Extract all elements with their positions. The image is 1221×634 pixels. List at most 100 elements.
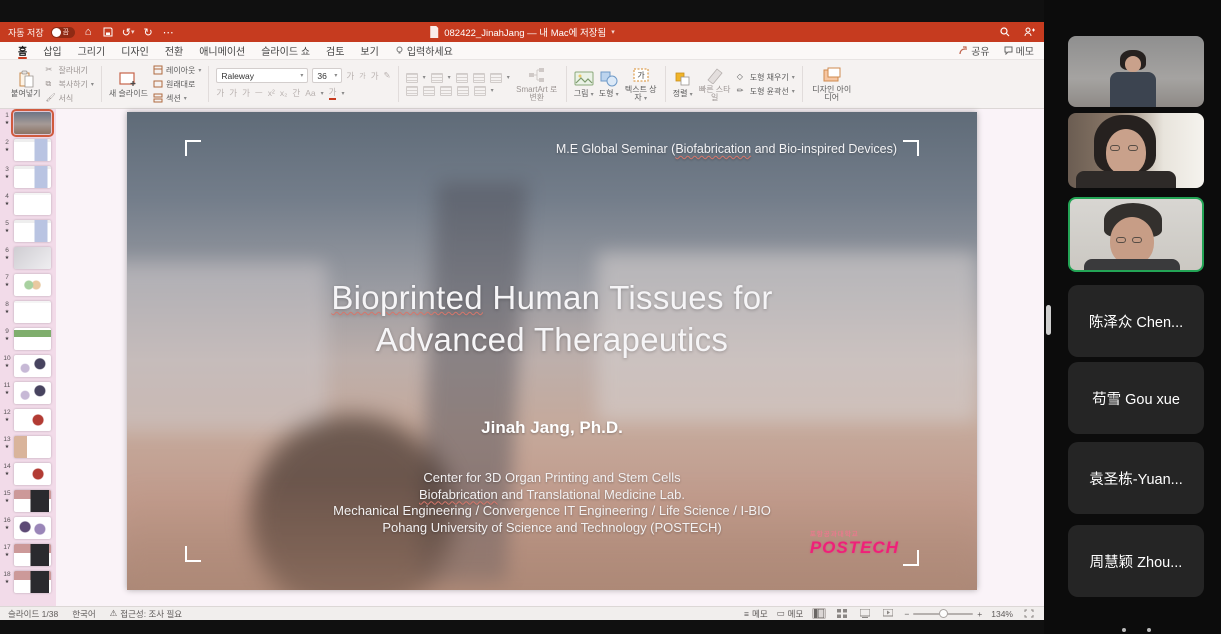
comments-button[interactable]: 메모 xyxy=(1004,43,1034,58)
layout-icon xyxy=(153,65,163,75)
language-indicator[interactable]: 한국어 xyxy=(72,608,95,620)
slide-thumbnail-2[interactable] xyxy=(14,139,51,161)
slide-thumbnail-3[interactable] xyxy=(14,166,51,188)
slideshow-view-button[interactable] xyxy=(881,608,895,619)
zoom-in-icon[interactable]: + xyxy=(977,609,982,619)
font-grow-shrink-group[interactable]: 가가가✎ xyxy=(346,70,390,82)
video-tile-1[interactable] xyxy=(1068,36,1204,107)
smartart-convert-button[interactable]: SmartArt 로 변환 xyxy=(515,66,559,103)
paste-button[interactable]: 붙여넣기 xyxy=(11,70,40,98)
textbox-button[interactable]: 가 텍스트 상자 ▾ xyxy=(624,66,658,103)
save-icon[interactable] xyxy=(102,26,115,39)
video-tile-3-active-speaker[interactable] xyxy=(1068,197,1204,272)
comments-toggle[interactable]: ▭메모 xyxy=(777,608,804,620)
zoom-knob[interactable] xyxy=(939,609,948,618)
document-title[interactable]: 082422_JinahJang — 내 Mac에 저장됨 xyxy=(444,25,606,39)
tab-view[interactable]: 보기 xyxy=(352,42,386,59)
normal-view-button[interactable] xyxy=(812,608,826,619)
slide-thumbnail-14[interactable] xyxy=(14,463,51,485)
slide-thumbnail-row: 18★ xyxy=(0,571,56,594)
title-chevron-icon[interactable]: ▾ xyxy=(611,28,615,36)
tab-slideshow[interactable]: 슬라이드 쇼 xyxy=(253,42,318,59)
slide-thumbnail-8[interactable] xyxy=(14,301,51,323)
notes-toggle[interactable]: ≡메모 xyxy=(744,608,768,620)
tab-tellme[interactable]: 입력하세요 xyxy=(387,42,461,59)
font-format-group[interactable]: 가가가ㅡx²x₂간Aa▾가▾ xyxy=(216,86,390,100)
slide-thumbnail-5[interactable] xyxy=(14,220,51,242)
copy-button[interactable]: ⧉복사하기 ▾ xyxy=(45,79,93,90)
zoom-track[interactable] xyxy=(913,613,973,615)
participant-name-tile[interactable]: 袁圣栋-Yuan... xyxy=(1068,442,1204,514)
slide-thumbnail-1[interactable] xyxy=(14,112,51,134)
tab-insert[interactable]: 삽입 xyxy=(35,42,69,59)
font-name-select[interactable]: Raleway▾ xyxy=(216,68,308,83)
slide-thumbnail-12[interactable] xyxy=(14,409,51,431)
format-painter-button[interactable]: 🖌서식 xyxy=(45,93,93,104)
slide-thumbnail-7[interactable] xyxy=(14,274,51,296)
slide-thumbnail-11[interactable] xyxy=(14,382,51,404)
slide-thumbnail-9[interactable] xyxy=(14,328,51,350)
tab-home[interactable]: 홈 xyxy=(10,42,35,59)
shapes-button[interactable]: 도형 ▾ xyxy=(599,70,619,98)
slide-thumbnail-15[interactable] xyxy=(14,490,51,512)
shape-fill-icon: ◇ xyxy=(737,72,747,82)
paragraph-align-group[interactable]: ▾ xyxy=(406,86,510,96)
slide-sorter-view-button[interactable] xyxy=(835,608,849,619)
participant-name-tile[interactable]: 苟雪 Gou xue xyxy=(1068,362,1204,434)
slide-thumbnail-4[interactable] xyxy=(14,193,51,215)
reading-view-button[interactable] xyxy=(858,608,872,619)
paragraph-list-group[interactable]: ▾ ▾ ▾ xyxy=(406,73,510,83)
layout-button[interactable]: 레이아웃 ▾ xyxy=(153,65,201,76)
search-icon[interactable] xyxy=(998,26,1011,39)
slide-thumbnail-10[interactable] xyxy=(14,355,51,377)
design-ideas-button[interactable]: 디자인 아이디어 xyxy=(810,66,854,103)
slide-thumbnail-17[interactable] xyxy=(14,544,51,566)
glasses-icon xyxy=(1128,145,1138,151)
video-tile-2[interactable] xyxy=(1068,113,1204,188)
copy-icon: ⧉ xyxy=(45,79,55,89)
quick-styles-button[interactable]: 빠른 스타일 xyxy=(698,66,732,103)
participant-name-tile[interactable]: 陈泽众 Chen... xyxy=(1068,285,1204,357)
slide-meta: 15★ xyxy=(0,490,14,504)
slide-thumbnail-row: 8★ xyxy=(0,301,56,324)
cut-button[interactable]: ✂잘라내기 xyxy=(45,65,93,76)
zoom-percentage[interactable]: 134% xyxy=(991,609,1013,619)
font-size-select[interactable]: 36▾ xyxy=(312,68,342,83)
home-icon[interactable]: ⌂ xyxy=(82,26,95,39)
share-user-icon[interactable] xyxy=(1023,26,1036,39)
share-button[interactable]: 공유 xyxy=(959,43,989,58)
panel-scroll-handle[interactable] xyxy=(1046,305,1051,335)
fit-slide-button[interactable] xyxy=(1022,608,1036,619)
participant-name-tile[interactable]: 周慧颖 Zhou... xyxy=(1068,525,1204,597)
slide-meta: 17★ xyxy=(0,544,14,558)
slide-meta: 13★ xyxy=(0,436,14,450)
slide-thumbnail-18[interactable] xyxy=(14,571,51,593)
arrange-button[interactable]: 정렬 ▾ xyxy=(673,70,693,98)
shape-outline-button[interactable]: ✏도형 윤곽선 ▾ xyxy=(737,86,795,97)
tab-transitions[interactable]: 전환 xyxy=(157,42,191,59)
reset-button[interactable]: 원래대로 xyxy=(153,79,201,90)
tab-draw[interactable]: 그리기 xyxy=(70,42,114,59)
animation-star-icon: ★ xyxy=(5,363,9,369)
slide-thumbnail-13[interactable] xyxy=(14,436,51,458)
accessibility-status[interactable]: ⚠접근성: 조사 필요 xyxy=(110,608,182,620)
redo-button[interactable]: ↻ xyxy=(142,26,155,39)
more-commands-icon[interactable]: ⋯ xyxy=(162,26,175,39)
autosave-toggle[interactable]: 끔 xyxy=(51,27,75,38)
toggle-knob-icon xyxy=(52,28,61,37)
slide-number: 10 xyxy=(3,355,10,363)
tab-animations[interactable]: 애니메이션 xyxy=(191,42,253,59)
tab-review[interactable]: 검토 xyxy=(318,42,352,59)
new-slide-button[interactable]: 새 슬라이드 xyxy=(109,70,148,98)
section-button[interactable]: 섹션 ▾ xyxy=(153,93,201,104)
picture-button[interactable]: 그림 ▾ xyxy=(574,70,594,98)
zoom-out-icon[interactable]: − xyxy=(904,609,909,619)
slide-1-title-slide[interactable]: M.E Global Seminar (Biofabrication and B… xyxy=(127,112,977,590)
tab-design[interactable]: 디자인 xyxy=(113,42,157,59)
columns-icon xyxy=(474,86,486,96)
slide-thumbnail-6[interactable] xyxy=(14,247,51,269)
undo-button[interactable]: ↺▾ xyxy=(122,26,135,39)
shape-fill-button[interactable]: ◇도형 채우기 ▾ xyxy=(737,72,795,83)
zoom-slider[interactable]: − + xyxy=(904,609,982,619)
slide-thumbnail-16[interactable] xyxy=(14,517,51,539)
